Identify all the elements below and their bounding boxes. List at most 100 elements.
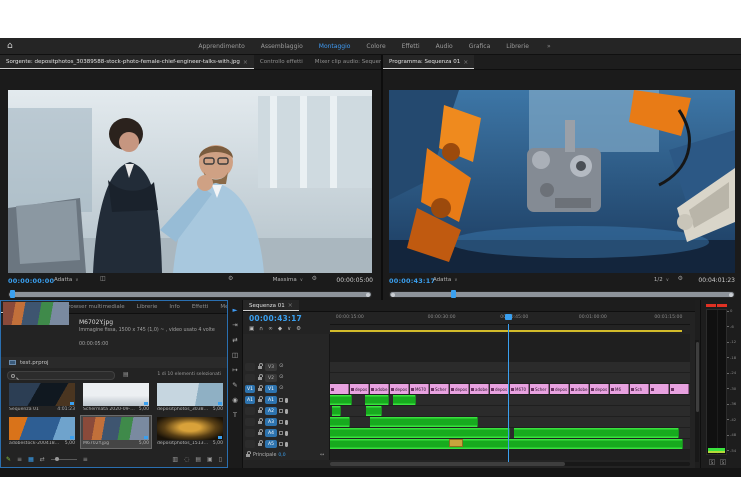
audio-clip[interactable] <box>330 439 683 449</box>
tab-librerie[interactable]: Librerie <box>131 301 164 313</box>
wrench-icon[interactable]: ⚙ <box>678 276 683 282</box>
selection-tool[interactable]: ► <box>233 306 238 314</box>
workspace-overflow-icon[interactable]: » <box>547 43 551 50</box>
sort-icon[interactable]: ≡ <box>83 456 88 463</box>
search-input[interactable] <box>7 371 115 380</box>
lock-icon[interactable] <box>258 440 263 446</box>
new-bin-icon[interactable]: ▤ <box>195 456 201 463</box>
timeline-lanes[interactable]: depos adobe depos M670 Scher depos adobe depos M… <box>330 334 690 460</box>
mute-solo-icon[interactable] <box>279 420 283 424</box>
linked-selection-icon[interactable]: ∞ <box>268 326 273 332</box>
scrollbar-thumb[interactable] <box>330 462 565 466</box>
automate-to-sequence-icon[interactable]: ▥ <box>172 456 178 463</box>
timeline-timecode[interactable]: 00:00:43:17 <box>249 314 302 323</box>
list-view-icon[interactable]: ≡ <box>17 456 22 463</box>
audio-clip[interactable] <box>393 395 417 405</box>
track-lane-v2[interactable] <box>330 373 690 383</box>
mic-icon[interactable] <box>285 430 288 436</box>
timeline-horizontal-scrollbar[interactable] <box>330 462 690 466</box>
close-icon[interactable]: × <box>463 59 468 66</box>
scrollbar-handle-right[interactable] <box>729 292 733 297</box>
add-marker-icon[interactable]: ◆ <box>278 326 282 332</box>
find-icon[interactable]: ◌ <box>184 456 189 463</box>
source-patch-a3[interactable]: x <box>245 418 255 426</box>
eye-toggle-icon[interactable]: ⊙ <box>279 364 284 370</box>
ripple-edit-tool[interactable]: ⇄ <box>232 336 237 344</box>
video-clip[interactable] <box>330 384 349 394</box>
source-settings-box-icon[interactable]: ◫ <box>100 276 106 282</box>
track-lane-v3[interactable] <box>330 362 690 372</box>
audio-clip[interactable] <box>366 406 383 416</box>
video-clip[interactable]: adobe <box>470 384 489 394</box>
audio-clip[interactable] <box>514 428 680 438</box>
program-resolution-dropdown[interactable]: 1/2 ∨ <box>654 277 669 283</box>
source-patch-a4[interactable]: x <box>245 429 255 437</box>
mic-icon[interactable] <box>285 419 288 425</box>
thumbnail-zoom-slider[interactable] <box>50 457 77 461</box>
source-fit-dropdown[interactable]: Adatta ∨ <box>54 277 79 283</box>
video-track-header-v1[interactable]: V1 V1 ⊙ <box>243 384 330 394</box>
tab-info[interactable]: Info <box>163 301 185 313</box>
eye-toggle-icon[interactable]: ⊙ <box>279 386 284 392</box>
clip-indicator-right[interactable] <box>717 304 727 307</box>
mic-icon[interactable] <box>285 397 288 403</box>
video-clip[interactable]: Scher <box>430 384 449 394</box>
hand-tool[interactable]: ◉ <box>232 396 238 404</box>
lock-icon[interactable] <box>258 385 263 391</box>
program-zoom-scrollbar-thumb[interactable] <box>390 292 734 297</box>
video-clip[interactable]: adobe <box>570 384 589 394</box>
shuffle-view-icon[interactable]: ⇄ <box>40 456 45 463</box>
audio-track-header-a5[interactable]: x A5 <box>243 439 330 449</box>
program-fit-dropdown[interactable]: Adatta ∨ <box>433 277 458 283</box>
track-target-a5[interactable]: A5 <box>265 440 277 448</box>
channel-button[interactable]: S <box>709 459 715 465</box>
filter-bin-icon[interactable]: ▤ <box>123 371 129 378</box>
mute-solo-icon[interactable] <box>279 398 283 402</box>
project-root-item[interactable]: test.prproj <box>1 357 227 368</box>
lock-icon[interactable] <box>258 396 263 402</box>
pen-tool[interactable]: ✎ <box>232 381 237 389</box>
track-lane-a2[interactable] <box>330 406 690 416</box>
grid-item-schermata-2020-09-16-a[interactable]: Schermata 2020-09-16 a...5,00 <box>81 382 151 414</box>
video-clip[interactable]: depos <box>450 384 469 394</box>
source-patch-v3[interactable]: x <box>245 363 255 371</box>
eye-toggle-icon[interactable]: ⊙ <box>279 375 284 381</box>
tab-controllo-effetti[interactable]: Controllo effetti <box>254 55 309 69</box>
master-volume-value[interactable]: 0,0 <box>278 453 285 458</box>
video-track-header-v3[interactable]: x V3⊙ <box>243 362 330 372</box>
audio-clip[interactable] <box>369 417 478 427</box>
workspace-tab-effetti[interactable]: Effetti <box>402 43 420 50</box>
timeline-wrench-icon[interactable]: ⚙ <box>296 326 301 332</box>
audio-track-header-a1[interactable]: A1 A1 <box>243 395 330 405</box>
mic-icon[interactable] <box>285 441 288 447</box>
mute-solo-icon[interactable] <box>279 409 283 413</box>
workspace-tab-montaggio[interactable]: Montaggio <box>319 43 351 50</box>
audio-clip[interactable] <box>330 428 510 438</box>
tab-sequence-01[interactable]: Sequenza 01 × <box>243 300 299 311</box>
audio-clip[interactable] <box>364 395 390 405</box>
scrollbar-handle-right[interactable] <box>366 292 370 297</box>
video-clip[interactable]: depos <box>590 384 609 394</box>
lock-icon[interactable] <box>246 451 251 457</box>
tab-mixer-clip-audio-sequenza-01[interactable]: Mixer clip audio: Sequenza 01 <box>309 55 381 69</box>
source-resolution-dropdown[interactable]: Massima ∨ <box>273 277 303 283</box>
new-item-icon[interactable]: ▣ <box>207 456 213 463</box>
source-patch-v1[interactable]: V1 <box>245 385 255 393</box>
track-target-a2[interactable]: A2 <box>265 407 277 415</box>
master-track-header[interactable]: Principale 0,0 ↔ <box>243 450 330 460</box>
trash-icon[interactable]: ▯ <box>219 456 222 463</box>
program-timecode[interactable]: 00:00:43:17 <box>389 277 435 285</box>
type-tool[interactable]: T <box>233 411 237 419</box>
grid-item-m6702y-jpg[interactable]: M6702Y.jpg 5,00 <box>80 415 152 449</box>
program-zoom-scrollbar[interactable] <box>389 290 735 298</box>
tab-sorgente-depositphotos-30389588-stock-photo-female-chief-engineer-talks-with-jpg[interactable]: Sorgente: depositphotos_30389588-stock-p… <box>0 55 254 69</box>
grid-item-depositphotos-151302[interactable]: depositphotos_151302... 5,00 <box>155 416 225 448</box>
workspace-tab-apprendimento[interactable]: Apprendimento <box>198 43 244 50</box>
source-playhead-marker[interactable] <box>10 290 15 298</box>
project-preview-thumbnail[interactable] <box>3 302 69 325</box>
lock-icon[interactable] <box>258 418 263 424</box>
slip-tool[interactable]: ↦ <box>232 366 237 374</box>
grid-view-icon[interactable]: ▦ <box>28 456 34 463</box>
video-track-header-v2[interactable]: x V2⊙ <box>243 373 330 383</box>
channel-button[interactable]: S <box>720 459 726 465</box>
